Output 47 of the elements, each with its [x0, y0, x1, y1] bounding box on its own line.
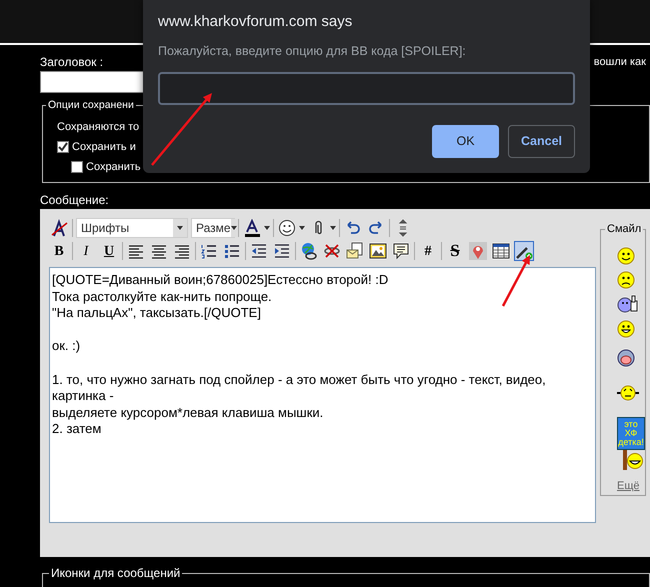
smile-smiley-icon[interactable]: [617, 247, 635, 266]
message-textarea[interactable]: [QUOTE=Диванный воин;67860025]Естессно второй! :D Тока растолкуйте как-нить попроще. "На пальцАх", таксызать.[/QUOTE] ок. :) 1. то, что нужно загнать под спойлер - а это может быть что угодно - текст, видео, картинка - выделяете курсором*левая клавиша мышки. 2. затем: [49, 267, 596, 523]
caret-icon[interactable]: [264, 226, 270, 230]
checkbox-label: Сохранить: [86, 160, 141, 174]
table-icon[interactable]: [491, 241, 511, 261]
underline-button[interactable]: U: [99, 241, 119, 261]
sign-smiley[interactable]: это ХФ детка!: [617, 417, 645, 450]
annotation-arrow: [502, 255, 530, 307]
login-status-text: вошли как: [594, 55, 646, 70]
cancel-button[interactable]: Cancel: [508, 124, 575, 158]
caret-icon[interactable]: [299, 226, 305, 230]
caret-icon[interactable]: [230, 226, 237, 230]
strikethrough-button[interactable]: S: [445, 241, 465, 261]
quote-icon[interactable]: [391, 241, 411, 261]
checkbox[interactable]: [57, 141, 69, 153]
caret-icon[interactable]: [177, 226, 183, 230]
bold-button[interactable]: B: [49, 241, 69, 261]
hash-button[interactable]: #: [418, 241, 438, 261]
grin-smiley-icon[interactable]: [617, 320, 635, 338]
fieldset-legend: Опции сохранени: [46, 98, 136, 112]
dialog-input[interactable]: [158, 72, 575, 105]
italic-button[interactable]: I: [76, 241, 96, 261]
checkbox-label: Сохранить и: [72, 140, 136, 154]
smiley-icon[interactable]: [277, 218, 297, 238]
image-icon[interactable]: [368, 241, 388, 261]
map-pin-icon[interactable]: [468, 241, 488, 261]
font-select[interactable]: Шрифты: [76, 218, 188, 238]
thumbs-smiley-icon[interactable]: [617, 295, 639, 314]
link-icon[interactable]: [299, 241, 319, 261]
more-link[interactable]: Ещё: [617, 478, 640, 495]
shout-smiley-icon[interactable]: [617, 348, 635, 366]
remove-format-icon[interactable]: [49, 218, 69, 238]
wand-icon[interactable]: [514, 241, 534, 261]
fieldset-legend: Иконки для сообщений: [49, 566, 182, 580]
message-label: Сообщение:: [40, 193, 110, 207]
ok-button[interactable]: OK: [432, 124, 499, 158]
dialog-title: www.kharkovforum.com says: [158, 12, 354, 32]
title-label: Заголовок :: [40, 55, 104, 69]
caret-icon[interactable]: [330, 226, 336, 230]
wave-smiley-icon[interactable]: [617, 384, 639, 402]
options-note: Сохраняются то: [57, 120, 140, 134]
email-icon[interactable]: [345, 241, 365, 261]
text-color-icon[interactable]: [242, 218, 262, 238]
frown-smiley-icon[interactable]: [617, 271, 635, 290]
checkbox[interactable]: [71, 161, 83, 173]
size-select[interactable]: Разме: [191, 218, 235, 238]
dialog-message: Пожалуйста, введите опцию для BB кода [SPOILER]:: [158, 43, 467, 60]
